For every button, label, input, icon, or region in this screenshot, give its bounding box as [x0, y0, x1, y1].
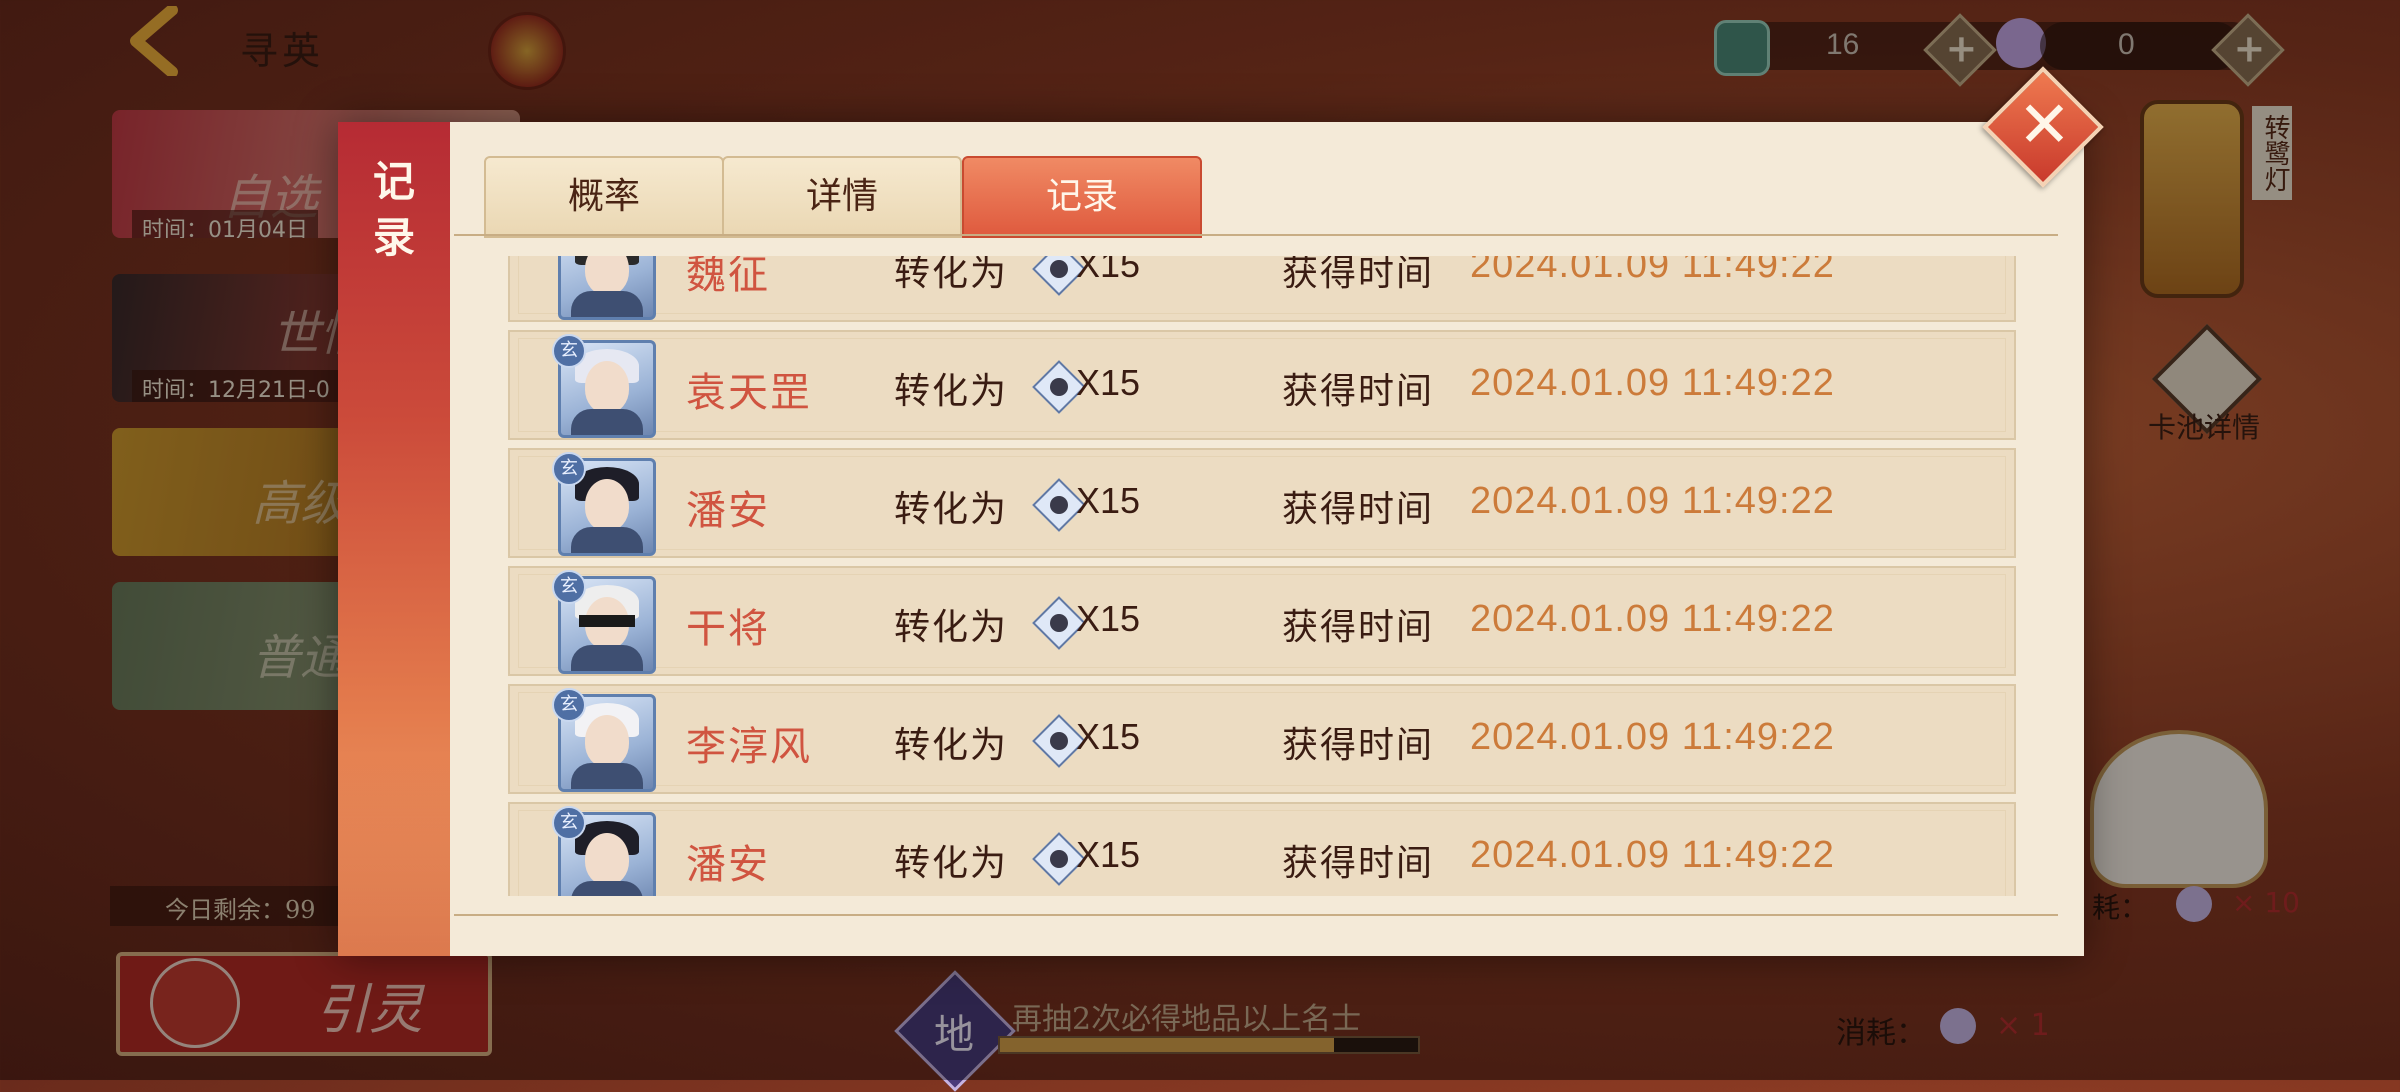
- obtain-time-label: 获得时间: [1282, 607, 1435, 648]
- avatar-body: [571, 881, 643, 896]
- obtain-time-value: 2024.01.09 11:49:22: [1470, 256, 1835, 286]
- fragment-quantity: X15: [1076, 256, 1141, 285]
- avatar-body: [571, 645, 643, 671]
- character-name: 干将: [686, 606, 770, 652]
- fragment-quantity: X15: [1076, 598, 1141, 639]
- convert-label: 转化为: [894, 843, 1009, 884]
- record-row: 玄潘安 转化为 X15 获得时间 2024.01.09 11:49:22: [508, 802, 2016, 896]
- record-row: 玄魏征转化为X15获得时间2024.01.09 11:49:22: [508, 256, 2016, 322]
- obtain-time-value: 2024.01.09 11:49:22: [1470, 716, 1835, 758]
- obtain-time-label: 获得时间: [1282, 725, 1435, 766]
- fragment-quantity: X15: [1076, 362, 1141, 403]
- close-icon: ✕: [2017, 88, 2072, 163]
- blindfold: [579, 615, 635, 627]
- record-row: 玄李淳风 转化为 X15 获得时间 2024.01.09 11:49:22: [508, 684, 2016, 794]
- pagoda-decoration: [338, 756, 450, 956]
- avatar-body: [571, 291, 643, 317]
- character-name: 李淳风: [686, 724, 812, 770]
- obtain-time-label: 获得时间: [1282, 371, 1435, 412]
- character-name: 潘安: [686, 842, 770, 888]
- tab-details[interactable]: 详情: [722, 156, 962, 238]
- record-row: 玄潘安 转化为 X15 获得时间 2024.01.09 11:49:22: [508, 448, 2016, 558]
- avatar-face: [585, 256, 629, 295]
- modal-side-strip: 记录: [338, 122, 450, 956]
- rarity-badge: 玄: [552, 452, 586, 486]
- rarity-badge: 玄: [552, 806, 586, 840]
- obtain-time-label: 获得时间: [1282, 256, 1435, 294]
- tab-probability[interactable]: 概率: [484, 156, 724, 238]
- rarity-badge: 玄: [552, 334, 586, 368]
- convert-label: 转化为: [894, 489, 1009, 530]
- avatar-face: [585, 361, 629, 413]
- avatar-body: [571, 763, 643, 789]
- fragment-quantity: X15: [1076, 716, 1141, 757]
- tab-records[interactable]: 记录: [962, 156, 1202, 238]
- record-row: 玄袁天罡 转化为 X15 获得时间 2024.01.09 11:49:22: [508, 330, 2016, 440]
- rarity-badge: 玄: [552, 688, 586, 722]
- fragment-quantity: X15: [1076, 834, 1141, 875]
- avatar-face: [585, 479, 629, 531]
- character-name: 潘安: [686, 488, 770, 534]
- avatar-body: [571, 409, 643, 435]
- obtain-time-value: 2024.01.09 11:49:22: [1470, 598, 1835, 640]
- character-avatar-icon[interactable]: [558, 256, 656, 320]
- obtain-time-value: 2024.01.09 11:49:22: [1470, 834, 1835, 876]
- tab-divider: [454, 234, 2058, 236]
- obtain-time-value: 2024.01.09 11:49:22: [1470, 362, 1835, 404]
- avatar-face: [585, 715, 629, 767]
- convert-label: 转化为: [894, 725, 1009, 766]
- convert-label: 转化为: [894, 607, 1009, 648]
- record-row: 玄干将 转化为 X15 获得时间 2024.01.09 11:49:22: [508, 566, 2016, 676]
- fragment-quantity: X15: [1076, 480, 1141, 521]
- bottom-divider: [454, 914, 2058, 916]
- modal-side-title: 记录: [372, 157, 415, 262]
- obtain-time-value: 2024.01.09 11:49:22: [1470, 480, 1835, 522]
- avatar-body: [571, 527, 643, 553]
- convert-label: 转化为: [894, 256, 1009, 294]
- rarity-badge: 玄: [552, 570, 586, 604]
- character-name: 袁天罡: [686, 370, 812, 416]
- record-modal: 记录 概率 详情 记录 玄魏征转化为X15获得时间2024.01.09 11:4…: [338, 122, 2084, 956]
- obtain-time-label: 获得时间: [1282, 489, 1435, 530]
- obtain-time-label: 获得时间: [1282, 843, 1435, 884]
- character-name: 魏征: [686, 256, 770, 298]
- record-list[interactable]: 玄魏征转化为X15获得时间2024.01.09 11:49:22玄袁天罡转化为X…: [508, 256, 2020, 896]
- avatar-face: [585, 833, 629, 885]
- convert-label: 转化为: [894, 371, 1009, 412]
